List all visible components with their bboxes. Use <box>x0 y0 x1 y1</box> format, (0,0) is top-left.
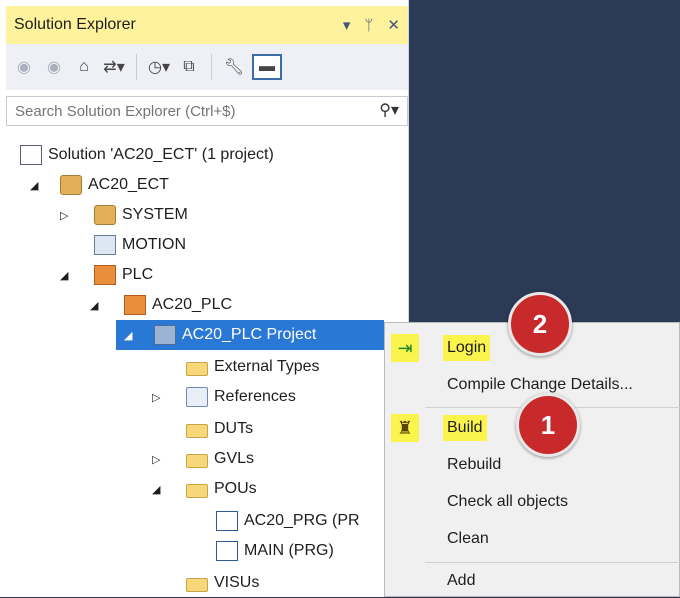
tree-item-references[interactable]: ▷ References <box>152 382 296 412</box>
tree-item-ac20-plc[interactable]: ◢ AC20_PLC <box>90 290 232 320</box>
title-icons: ▾ ᛘ ✕ <box>343 6 400 44</box>
login-icon: ⇥ <box>391 334 419 362</box>
step-badge-1: 1 <box>516 393 580 457</box>
tree-item-label: AC20_PLC Project <box>182 326 317 343</box>
preview-icon[interactable]: ▬ <box>252 54 282 80</box>
toolbar-separator <box>136 54 137 80</box>
menu-item-label: Add <box>447 572 476 589</box>
tree-item-pous[interactable]: ◢ POUs <box>152 474 257 504</box>
tree-item-duts[interactable]: DUTs <box>186 414 253 444</box>
step-badge-2: 2 <box>508 292 572 356</box>
program-icon <box>216 511 238 531</box>
tree-item-visus[interactable]: VISUs <box>186 568 259 598</box>
dropdown-icon[interactable]: ▾ <box>343 16 351 34</box>
solution-icon <box>20 145 42 165</box>
properties-icon[interactable]: 🔧︎ <box>222 54 246 80</box>
tree-item-main[interactable]: MAIN (PRG) <box>216 536 334 566</box>
expanded-arrow-icon[interactable]: ◢ <box>124 329 132 342</box>
program-icon <box>216 541 238 561</box>
panel-titlebar: Solution Explorer ▾ ᛘ ✕ <box>6 6 408 44</box>
folder-icon <box>186 454 208 468</box>
plc-icon <box>94 265 116 285</box>
menu-item-label: Build <box>443 415 487 441</box>
folder-icon <box>186 578 208 592</box>
home-icon[interactable]: ⌂ <box>72 54 96 80</box>
panel-title: Solution Explorer <box>14 16 136 33</box>
tree-item-external-types[interactable]: External Types <box>186 352 320 382</box>
badge-number: 1 <box>540 409 556 440</box>
tree-item-label: GVLs <box>214 450 255 467</box>
history-icon[interactable]: ◷▾ <box>147 54 171 80</box>
open-folder-icon <box>186 484 208 498</box>
expanded-arrow-icon[interactable]: ◢ <box>152 483 160 496</box>
tree-item-label: Solution 'AC20_ECT' (1 project) <box>48 146 274 163</box>
system-icon <box>94 205 116 225</box>
menu-item-label: Rebuild <box>447 456 502 473</box>
tree-item-ac20-prg[interactable]: AC20_PRG (PR <box>216 506 360 536</box>
tree-item-label: VISUs <box>214 574 260 591</box>
expanded-arrow-icon[interactable]: ◢ <box>30 179 38 192</box>
explorer-toolbar: ◉ ◉ ⌂ ⇄▾ ◷▾ ⧉ 🔧︎ ▬ <box>6 44 408 90</box>
project-icon <box>60 175 82 195</box>
solution-explorer-panel: Solution Explorer ▾ ᛘ ✕ ◉ ◉ ⌂ ⇄▾ ◷▾ ⧉ 🔧︎… <box>0 0 409 597</box>
context-menu: ⇥ Login Compile Change Details... ♜ Buil… <box>384 322 680 597</box>
tree-item-label: AC20_PRG (PR <box>244 512 360 529</box>
tree-item-label: External Types <box>214 358 320 375</box>
tree-item-label: PLC <box>122 266 154 283</box>
collapsed-arrow-icon[interactable]: ▷ <box>152 453 160 466</box>
collapse-icon[interactable]: ⧉ <box>177 54 201 80</box>
search-icon[interactable]: ⚲▾ <box>379 100 399 120</box>
tree-item-label: References <box>214 388 296 405</box>
collapsed-arrow-icon[interactable]: ▷ <box>152 391 160 404</box>
tree-item-label: MOTION <box>122 236 186 253</box>
expanded-arrow-icon[interactable]: ◢ <box>60 269 68 282</box>
tree-item-label: MAIN (PRG) <box>244 542 334 559</box>
tree-item-solution[interactable]: Solution 'AC20_ECT' (1 project) <box>20 140 274 170</box>
tree-item-plc[interactable]: ◢ PLC <box>60 260 154 290</box>
build-icon: ♜ <box>391 414 419 442</box>
tree-item-motion[interactable]: MOTION <box>94 230 186 260</box>
tree-item-gvls[interactable]: ▷ GVLs <box>152 444 254 474</box>
tree-item-plc-project[interactable]: ◢ AC20_PLC Project <box>116 320 384 350</box>
menu-item-label: Login <box>443 335 491 361</box>
back-icon[interactable]: ◉ <box>12 54 36 80</box>
menu-item-check-all[interactable]: Check all objects <box>385 485 680 519</box>
tree-item-label: AC20_PLC <box>152 296 233 313</box>
badge-number: 2 <box>532 308 548 339</box>
motion-icon <box>94 235 116 255</box>
toolbar-separator <box>211 54 212 80</box>
forward-icon[interactable]: ◉ <box>42 54 66 80</box>
menu-item-label: Clean <box>447 530 489 547</box>
menu-item-label: Check all objects <box>447 493 568 510</box>
tree-item-project[interactable]: ◢ AC20_ECT <box>30 170 169 200</box>
tree-item-label: AC20_ECT <box>88 176 169 193</box>
plc-project-icon <box>154 325 176 345</box>
menu-item-add[interactable]: Add <box>385 564 680 598</box>
tree-item-label: DUTs <box>214 420 254 437</box>
search-box: ⚲▾ <box>6 96 408 126</box>
menu-separator <box>425 562 680 563</box>
pin-icon[interactable]: ᛘ <box>364 17 373 34</box>
tree-item-label: SYSTEM <box>122 206 188 223</box>
tree-item-system[interactable]: ▷ SYSTEM <box>60 200 188 230</box>
folder-icon <box>186 362 208 376</box>
close-icon[interactable]: ✕ <box>387 16 400 34</box>
tree-item-label: POUs <box>214 480 257 497</box>
sync-icon[interactable]: ⇄▾ <box>102 54 126 80</box>
plc-icon <box>124 295 146 315</box>
menu-item-clean[interactable]: Clean <box>385 522 680 556</box>
folder-icon <box>186 424 208 438</box>
references-icon <box>186 387 208 407</box>
collapsed-arrow-icon[interactable]: ▷ <box>60 209 68 222</box>
menu-item-label: Compile Change Details... <box>447 376 633 393</box>
search-input[interactable] <box>13 101 357 121</box>
expanded-arrow-icon[interactable]: ◢ <box>90 299 98 312</box>
